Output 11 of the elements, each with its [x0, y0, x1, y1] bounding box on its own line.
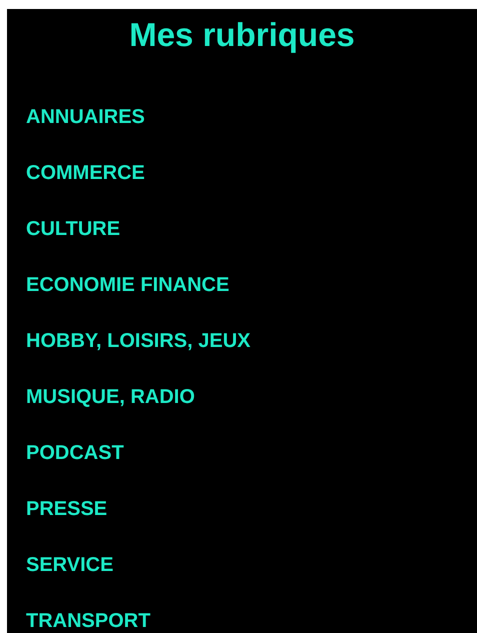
- page-title: Mes rubriques: [129, 15, 355, 55]
- category-link[interactable]: HOBBY, LOISIRS, JEUX: [26, 329, 250, 353]
- category-link[interactable]: SERVICE: [26, 553, 114, 577]
- category-link[interactable]: ECONOMIE FINANCE: [26, 273, 230, 297]
- category-link[interactable]: MUSIQUE, RADIO: [26, 385, 195, 409]
- category-link[interactable]: TRANSPORT: [26, 609, 150, 633]
- category-link[interactable]: CULTURE: [26, 217, 120, 241]
- category-link[interactable]: PODCAST: [26, 441, 124, 465]
- category-link[interactable]: PRESSE: [26, 497, 108, 521]
- category-link[interactable]: COMMERCE: [26, 161, 145, 185]
- category-link[interactable]: ANNUAIRES: [26, 105, 145, 129]
